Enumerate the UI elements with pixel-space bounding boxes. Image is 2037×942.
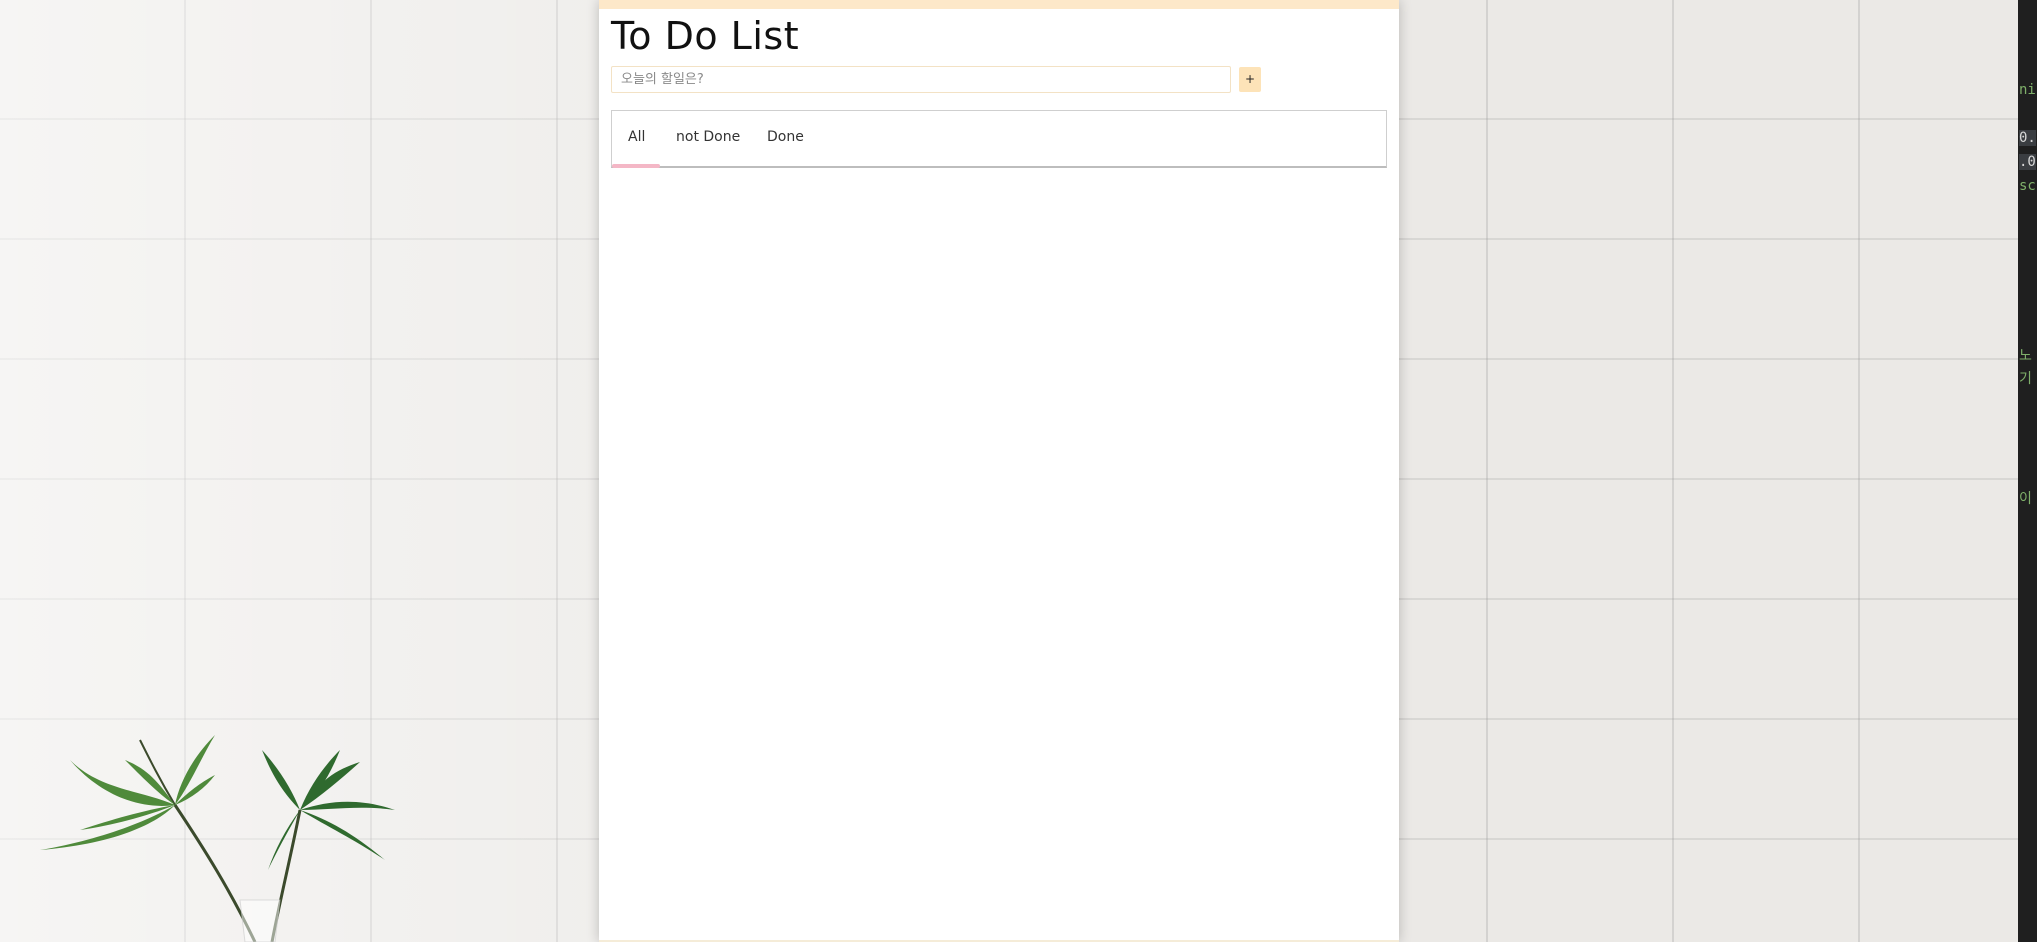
tab-all[interactable]: All — [628, 129, 645, 145]
tab-done[interactable]: Done — [767, 129, 804, 145]
page-title: To Do List — [611, 14, 800, 58]
task-input[interactable] — [611, 66, 1231, 93]
active-tab-indicator — [612, 164, 660, 168]
filter-tabs: All not Done Done — [611, 110, 1387, 168]
background-code-editor-strip: ni 0. .0 sc 노 기 이 — [2018, 0, 2037, 942]
add-task-button[interactable]: + — [1239, 67, 1261, 92]
tab-not-done[interactable]: not Done — [676, 129, 740, 145]
plant-decoration — [40, 735, 395, 942]
top-accent-band — [599, 0, 1399, 9]
task-input-row: + — [611, 66, 1261, 93]
todo-app-panel: To Do List + All not Done Done — [599, 0, 1399, 942]
